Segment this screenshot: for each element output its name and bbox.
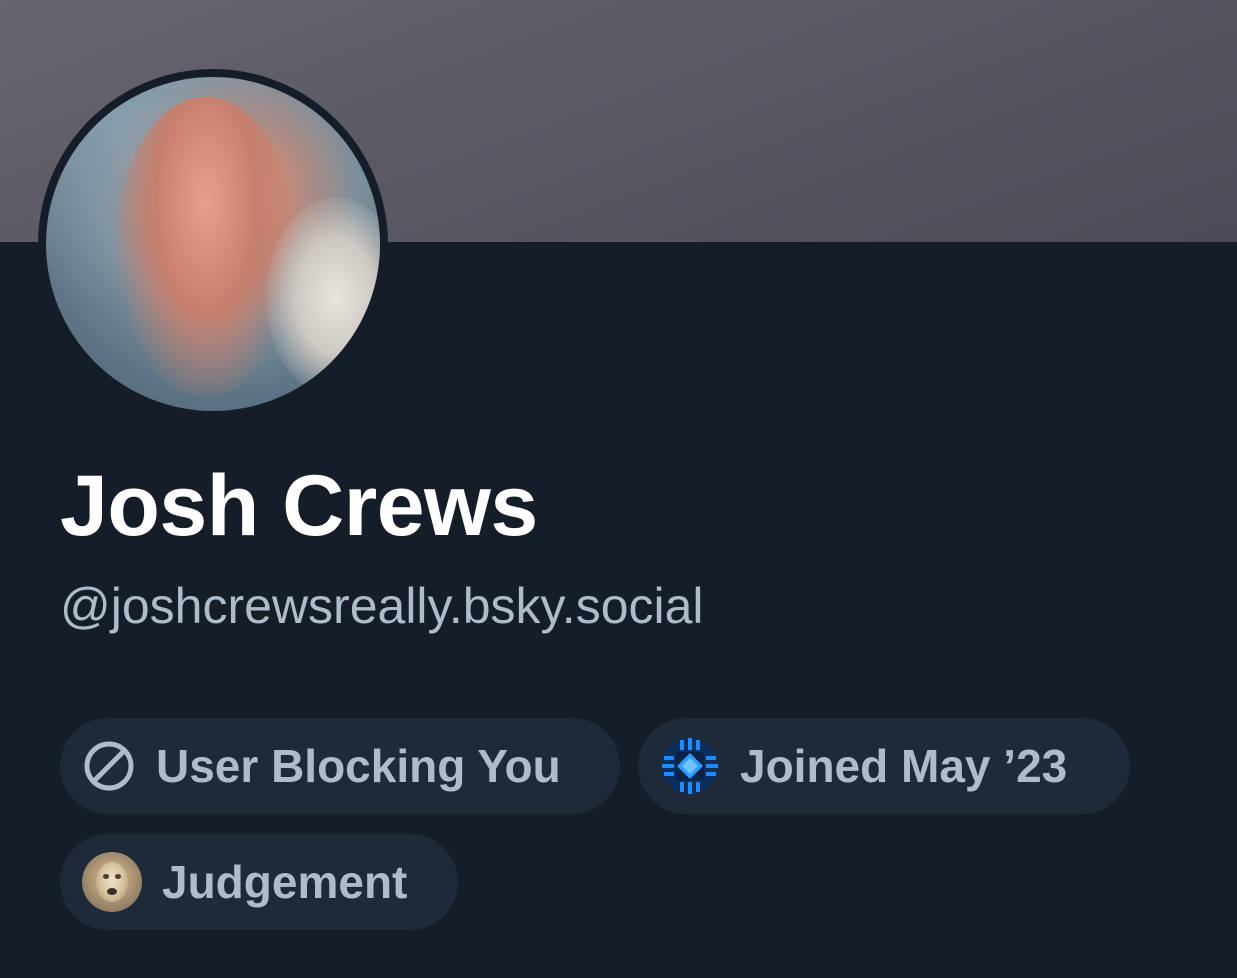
badge-label: User Blocking You xyxy=(156,740,561,792)
badge-label: Joined May ’23 xyxy=(740,740,1068,792)
profile-handle[interactable]: @joshcrewsreally.bsky.social xyxy=(60,576,704,636)
block-icon xyxy=(82,739,136,793)
judgement-mouth xyxy=(107,888,117,895)
judgement-eye-left xyxy=(103,874,109,879)
bluesky-pixel-icon xyxy=(660,736,720,796)
judgement-face-icon xyxy=(82,852,142,912)
avatar-face-blur xyxy=(116,97,296,397)
judgement-eye-right xyxy=(115,874,121,879)
judgement-face-shape xyxy=(96,862,128,902)
avatar[interactable] xyxy=(46,77,380,411)
badge-joined-date[interactable]: Joined May ’23 xyxy=(638,718,1130,814)
badge-judgement[interactable]: Judgement xyxy=(60,834,458,930)
badge-user-blocking-you[interactable]: User Blocking You xyxy=(60,718,620,814)
badge-label: Judgement xyxy=(162,856,408,908)
display-name: Josh Crews xyxy=(60,458,538,554)
